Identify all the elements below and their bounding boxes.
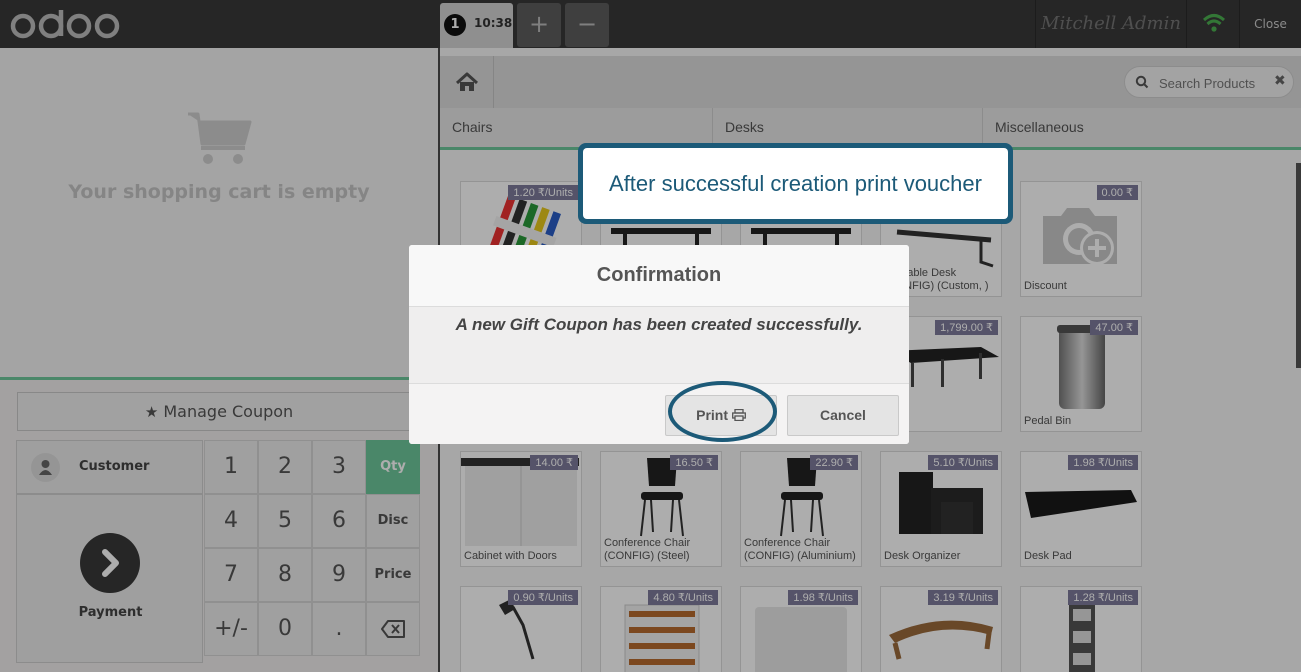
tutorial-callout: After successful creation print voucher xyxy=(578,143,1013,224)
print-highlight-ring xyxy=(668,381,777,442)
confirmation-dialog: Confirmation A new Gift Coupon has been … xyxy=(409,245,909,444)
dialog-message: A new Gift Coupon has been created succe… xyxy=(409,307,909,383)
dialog-title: Confirmation xyxy=(409,245,909,307)
cancel-button[interactable]: Cancel xyxy=(787,395,899,436)
dialog-footer: Print Cancel xyxy=(409,383,909,444)
callout-text: After successful creation print voucher xyxy=(583,148,1008,219)
